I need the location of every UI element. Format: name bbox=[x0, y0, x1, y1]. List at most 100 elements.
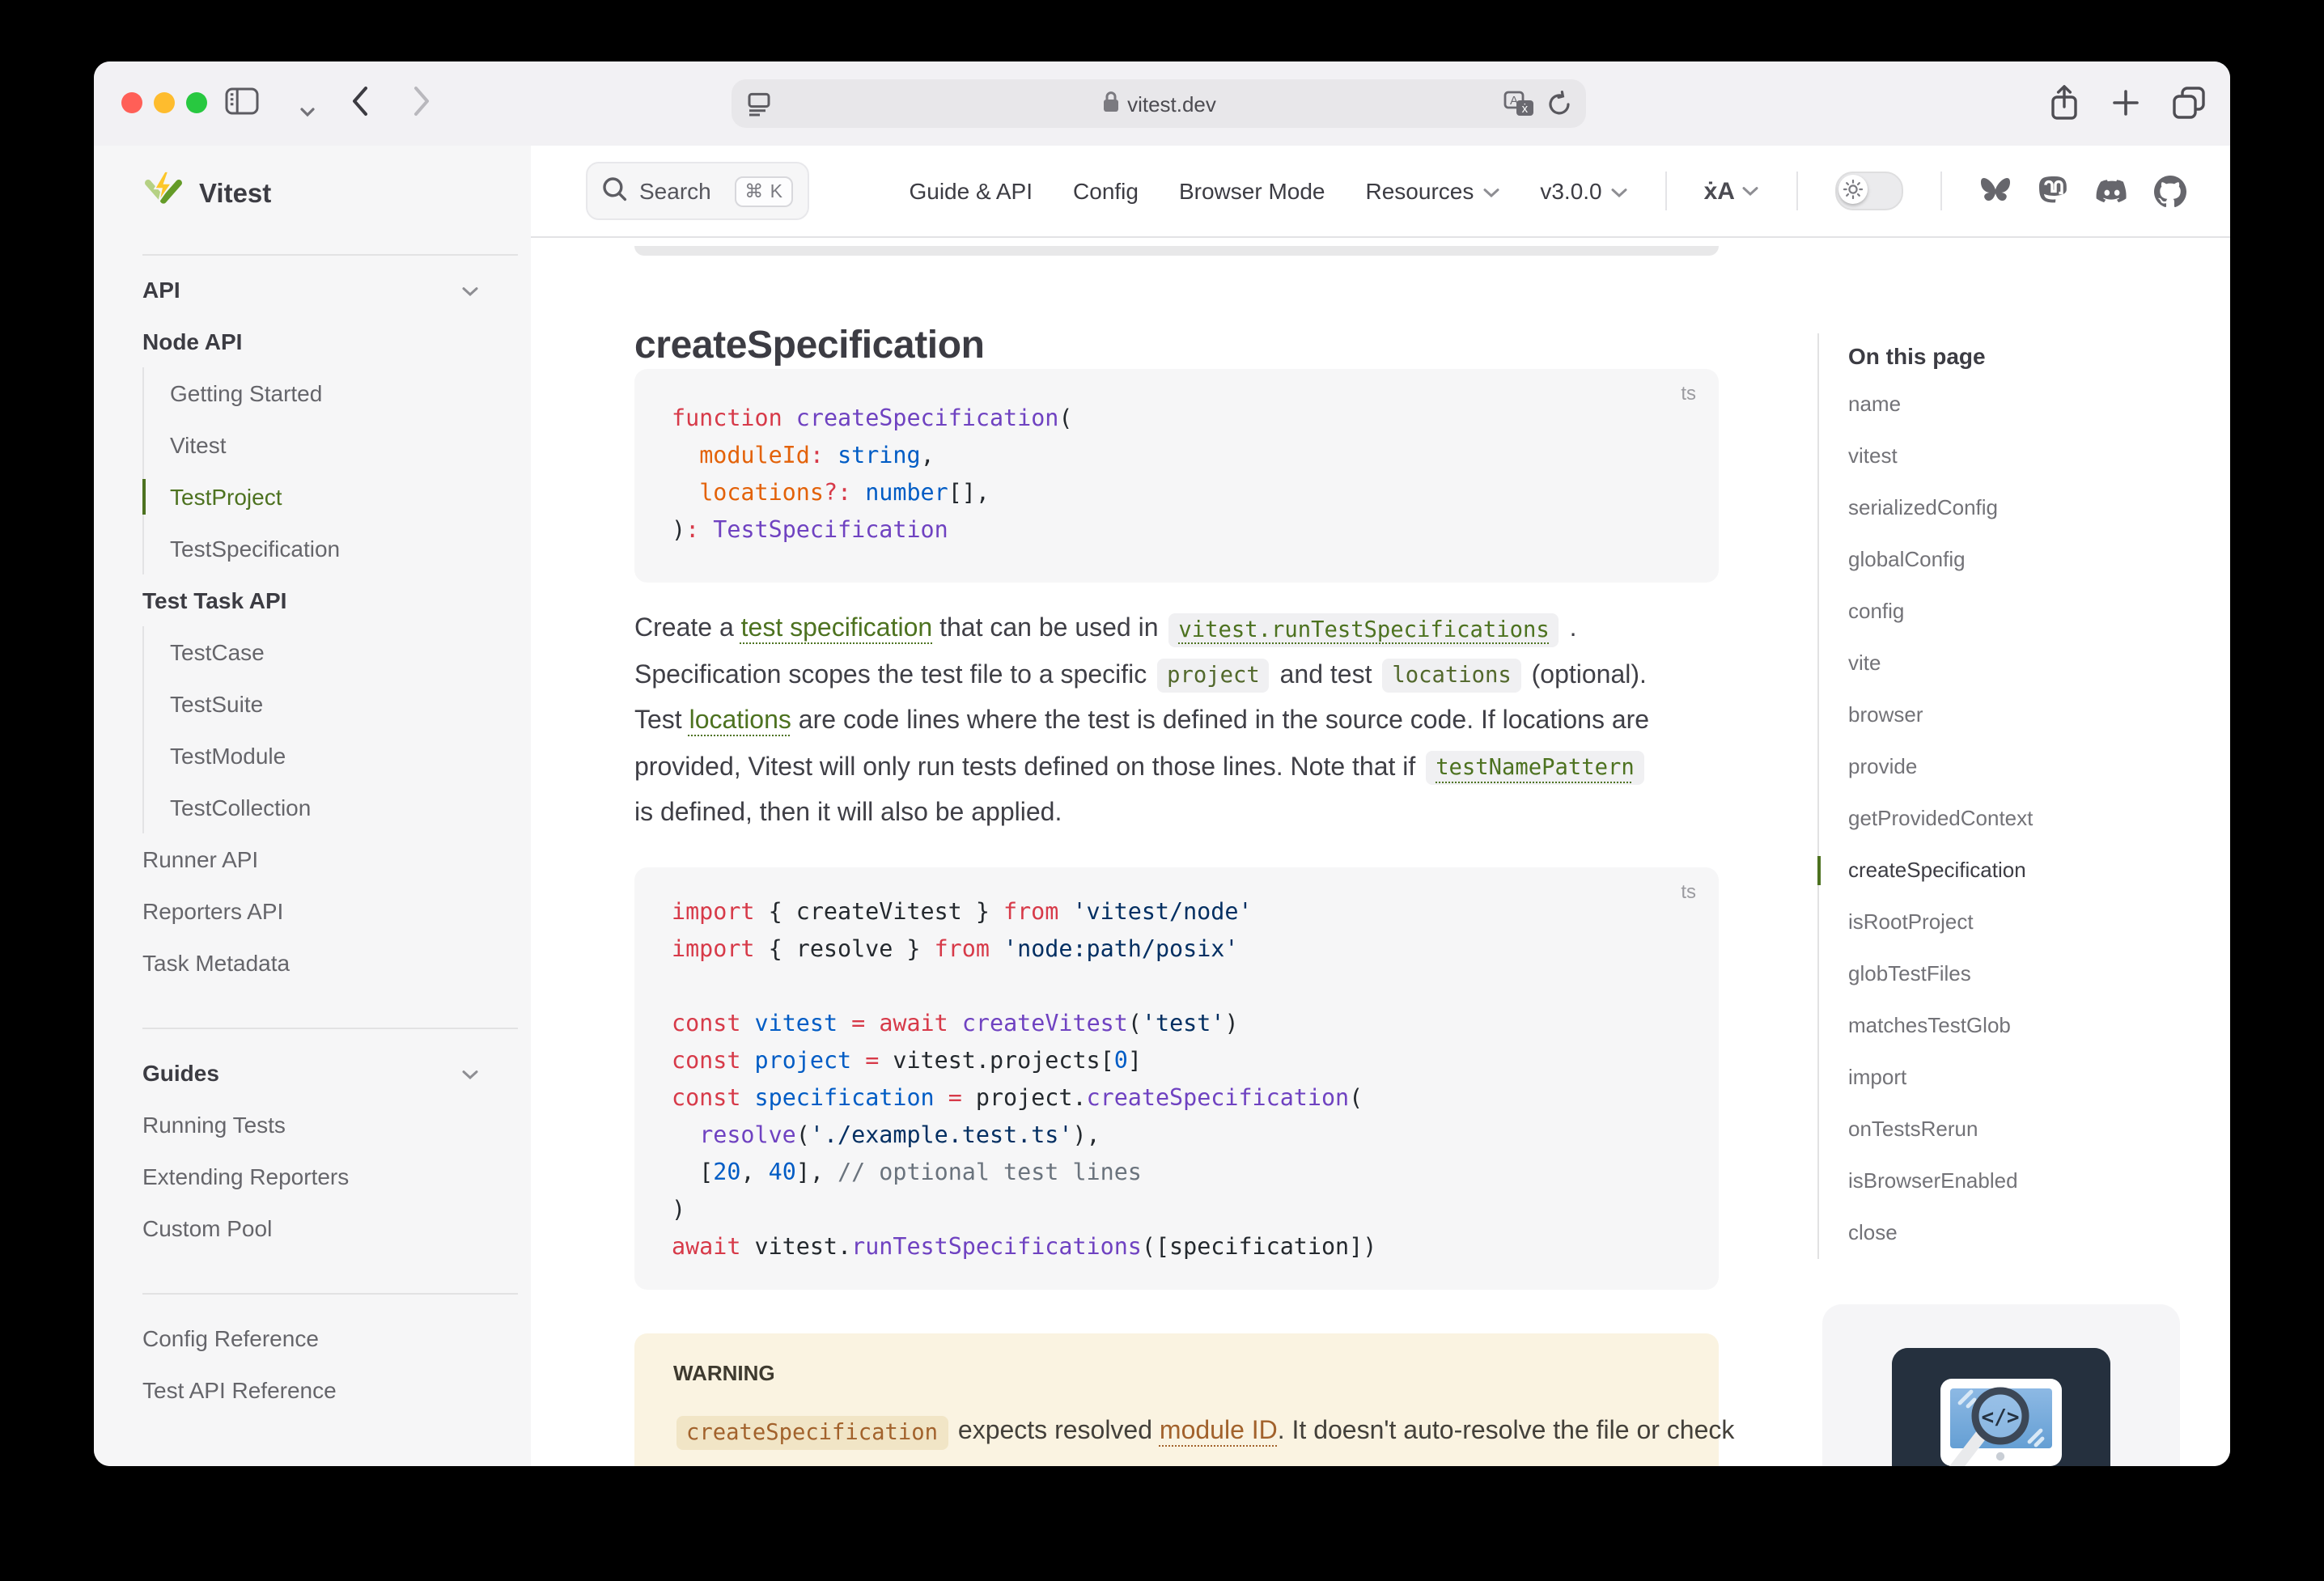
sidebar-item-testcollection[interactable]: TestCollection bbox=[170, 782, 518, 833]
nav-item-config[interactable]: Config bbox=[1073, 178, 1139, 204]
address-bar[interactable]: vitest.dev A ẋ bbox=[732, 79, 1586, 128]
minimize-window-button[interactable] bbox=[154, 92, 175, 113]
sidebar-item-getting-started[interactable]: Getting Started bbox=[170, 367, 518, 419]
sidebar-item-extending-reporters[interactable]: Extending Reporters bbox=[142, 1151, 518, 1202]
sidebar-item-test-api-reference[interactable]: Test API Reference bbox=[142, 1364, 518, 1416]
link-test-specification[interactable]: test specification bbox=[741, 615, 933, 642]
sponsor-ad[interactable]: </> bbox=[1822, 1304, 2180, 1466]
description-paragraph: Create a test specification that can be … bbox=[634, 607, 1751, 838]
text-line: provided, Vitest will only run tests def… bbox=[634, 746, 1751, 792]
github-icon[interactable] bbox=[2154, 175, 2186, 207]
sidebar-item-vitest[interactable]: Vitest bbox=[170, 419, 518, 471]
sidebar-item-testcase[interactable]: TestCase bbox=[170, 626, 518, 678]
sidebar-item-custom-pool[interactable]: Custom Pool bbox=[142, 1202, 518, 1254]
outline-item-vitest[interactable]: vitest bbox=[1848, 430, 2186, 482]
sidebar-item-label: Config Reference bbox=[142, 1325, 319, 1351]
outline-item-import[interactable]: import bbox=[1848, 1052, 2186, 1104]
outline-item-createspecification[interactable]: createSpecification bbox=[1848, 845, 2186, 896]
search-label: Search bbox=[639, 178, 711, 204]
new-tab-icon[interactable] bbox=[2112, 89, 2140, 125]
code-line: moduleId: string, bbox=[672, 439, 1682, 476]
vitest-brand[interactable]: Vitest bbox=[142, 170, 271, 220]
sidebar-item-config-reference[interactable]: Config Reference bbox=[142, 1312, 518, 1364]
zoom-window-button[interactable] bbox=[186, 92, 207, 113]
outline-item-serializedconfig[interactable]: serializedConfig bbox=[1848, 482, 2186, 534]
sidebar-item-runner-api[interactable]: Runner API bbox=[142, 833, 518, 885]
sidebar-item-guides[interactable]: Guides bbox=[142, 1047, 518, 1099]
nav-item-v3-0-0[interactable]: v3.0.0 bbox=[1540, 178, 1627, 204]
forward-button[interactable] bbox=[413, 86, 430, 125]
sidebar-item-api[interactable]: API bbox=[142, 264, 518, 316]
link-locations[interactable]: locations bbox=[689, 707, 791, 735]
code-line: ) bbox=[672, 1193, 1682, 1230]
svg-text:</>: </> bbox=[1982, 1405, 2020, 1430]
nav-item-guide-api[interactable]: Guide & API bbox=[909, 178, 1033, 204]
reader-view-icon[interactable] bbox=[746, 92, 772, 121]
text-line: is defined, then it will also be applied… bbox=[634, 792, 1751, 838]
outline-item-getprovidedcontext[interactable]: getProvidedContext bbox=[1848, 793, 2186, 845]
code-line: const vitest = await createVitest('test'… bbox=[672, 1007, 1682, 1044]
text: that it exists on the file system. bbox=[673, 1464, 1026, 1466]
sidebar-item-test-task-api[interactable]: Test Task API bbox=[142, 574, 518, 626]
link-module-id[interactable]: module ID bbox=[1160, 1418, 1278, 1445]
code-line: resolve('./example.test.ts'), bbox=[672, 1118, 1682, 1155]
outline-item-provide[interactable]: provide bbox=[1848, 741, 2186, 793]
warning-body: createSpecification expects resolved mod… bbox=[673, 1408, 1680, 1466]
text: that can be used in bbox=[932, 615, 1165, 642]
sidebar-item-label: Running Tests bbox=[142, 1112, 286, 1138]
sidebar-subgroup: Getting StartedVitestTestProjectTestSpec… bbox=[142, 367, 518, 574]
code-line: [20, 40], // optional test lines bbox=[672, 1155, 1682, 1193]
sidebar-item-task-metadata[interactable]: Task Metadata bbox=[142, 937, 518, 989]
nav-item-browser-mode[interactable]: Browser Mode bbox=[1179, 178, 1325, 204]
bluesky-icon[interactable] bbox=[1979, 175, 2012, 207]
sidebar-item-node-api[interactable]: Node API bbox=[142, 316, 518, 367]
discord-icon[interactable] bbox=[2096, 175, 2128, 207]
outline-item-matchestestglob[interactable]: matchesTestGlob bbox=[1848, 1000, 2186, 1052]
nav-right-cluster: Guide & API Config Browser Mode Resources v3… bbox=[909, 172, 2230, 210]
search-button[interactable]: Search ⌘ K bbox=[586, 162, 809, 220]
close-window-button[interactable] bbox=[121, 92, 142, 113]
chevron-down-icon bbox=[461, 277, 479, 303]
translate-icon[interactable]: A ẋ bbox=[1503, 91, 1534, 123]
sidebar-item-running-tests[interactable]: Running Tests bbox=[142, 1099, 518, 1151]
ad-image: </> bbox=[1892, 1348, 2110, 1466]
sidebar-item-testsuite[interactable]: TestSuite bbox=[170, 678, 518, 730]
page-title: createSpecification bbox=[634, 324, 985, 369]
nav-divider bbox=[1940, 172, 1942, 210]
language-menu[interactable]: ẋA bbox=[1704, 177, 1759, 205]
sidebar-item-label: Test API Reference bbox=[142, 1377, 337, 1403]
tab-overview-icon[interactable] bbox=[2172, 86, 2206, 128]
outline-item-globtestfiles[interactable]: globTestFiles bbox=[1848, 948, 2186, 1000]
sidebar-item-testspecification[interactable]: TestSpecification bbox=[170, 523, 518, 574]
sidebar-toggle-icon[interactable] bbox=[225, 87, 259, 123]
outline-item-isbrowserenabled[interactable]: isBrowserEnabled bbox=[1848, 1155, 2186, 1207]
outline-item-browser[interactable]: browser bbox=[1848, 689, 2186, 741]
outline-item-globalconfig[interactable]: globalConfig bbox=[1848, 534, 2186, 586]
sidebar-item-testmodule[interactable]: TestModule bbox=[170, 730, 518, 782]
nav-item-resources[interactable]: Resources bbox=[1366, 178, 1500, 204]
outline-item-name[interactable]: name bbox=[1848, 379, 2186, 430]
sidebar-item-reporters-api[interactable]: Reporters API bbox=[142, 885, 518, 937]
outline-item-isrootproject[interactable]: isRootProject bbox=[1848, 896, 2186, 948]
text-line: Create a test specification that can be … bbox=[634, 607, 1751, 653]
sidebar-item-testproject[interactable]: TestProject bbox=[170, 471, 518, 523]
share-icon[interactable] bbox=[2049, 84, 2080, 129]
inline-code-link-vitest-runtestspecifications[interactable]: vitest.runTestSpecifications bbox=[1168, 612, 1559, 646]
mastodon-icon[interactable] bbox=[2038, 175, 2070, 207]
back-button[interactable] bbox=[351, 86, 369, 125]
sidebar-divider bbox=[142, 1028, 518, 1029]
sidebar-subgroup: TestCaseTestSuiteTestModuleTestCollectio… bbox=[142, 626, 518, 833]
outline-item-config[interactable]: config bbox=[1848, 586, 2186, 638]
reload-icon[interactable] bbox=[1547, 91, 1571, 121]
outline-item-ontestsrerun[interactable]: onTestsRerun bbox=[1848, 1104, 2186, 1155]
outline-item-vite[interactable]: vite bbox=[1848, 638, 2186, 689]
sidebar-menu-chevron-icon[interactable] bbox=[299, 97, 316, 126]
inline-code-locations: locations bbox=[1382, 659, 1520, 693]
outline-item-close[interactable]: close bbox=[1848, 1207, 2186, 1259]
social-links bbox=[1979, 175, 2186, 207]
code-lang-badge: ts bbox=[1681, 382, 1696, 405]
theme-toggle[interactable] bbox=[1835, 172, 1903, 210]
url-text: vitest.dev bbox=[1127, 91, 1216, 116]
inline-code-link-testnamepattern[interactable]: testNamePattern bbox=[1426, 752, 1644, 786]
text: and test bbox=[1273, 661, 1380, 689]
